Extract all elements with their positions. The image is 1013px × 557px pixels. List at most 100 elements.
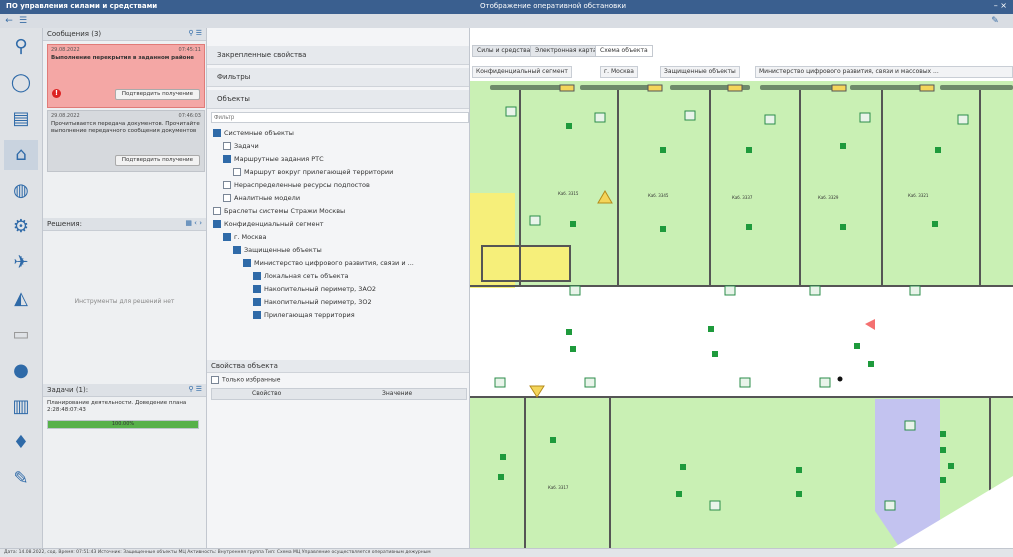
- tree-item[interactable]: Системные объекты: [213, 128, 294, 138]
- only-selected-label: Только избранные: [222, 376, 281, 384]
- tree-item[interactable]: Накопительный периметр, 3АО2: [253, 284, 376, 294]
- tree-item[interactable]: г. Москва: [223, 232, 266, 242]
- title-bar: ПО управления силами и средствами Отобра…: [0, 0, 1013, 14]
- tree-item[interactable]: Маршрутные задания РТС: [223, 154, 324, 164]
- tree-checkbox[interactable]: [233, 168, 241, 176]
- task-text: Планирование деятельности. Доведение пла…: [47, 400, 187, 413]
- tree-item[interactable]: Браслеты системы Стражи Москвы: [213, 206, 345, 216]
- message-text: Прочитывается передача документов. Прочи…: [51, 121, 200, 134]
- tree-item-label: Защищенные объекты: [244, 246, 322, 254]
- edit-icon[interactable]: ✎: [990, 16, 1000, 26]
- message-card[interactable]: 29.08.2022 07:46:03 Прочитывается переда…: [47, 110, 205, 172]
- decisions-title: Решения:: [47, 220, 82, 228]
- tree-checkbox[interactable]: [213, 207, 221, 215]
- tree-item[interactable]: Прилегающая территория: [253, 310, 355, 320]
- breadcrumb-segment[interactable]: Конфиденциальный сегмент: [472, 66, 572, 78]
- flow-icon[interactable]: ⚙: [4, 212, 38, 242]
- left-rail: ⚲ ◯ ▤ ⌂ ◍ ⚙ ✈ ◭ ▭ ● ▥ ♦ ✎: [0, 28, 43, 556]
- bus-icon[interactable]: ▤: [4, 104, 38, 134]
- section-label: Закрепленные свойства: [217, 51, 307, 59]
- document-icon[interactable]: ▭: [4, 320, 38, 350]
- task-progress-label: 100.00%: [111, 421, 135, 427]
- breadcrumb-city[interactable]: г. Москва: [600, 66, 638, 78]
- window-controls[interactable]: – ×: [994, 1, 1007, 10]
- tree-checkbox[interactable]: [253, 285, 261, 293]
- back-icon[interactable]: ←: [4, 16, 14, 26]
- bike-icon[interactable]: ⚲: [4, 32, 38, 62]
- room-label: Каб. 3329: [818, 195, 839, 200]
- chart-icon[interactable]: ▥: [4, 392, 38, 422]
- tree-item-label: Накопительный периметр, 3АО2: [264, 285, 377, 293]
- tree-checkbox[interactable]: [243, 259, 251, 267]
- tree-item-label: Маршрутные задания РТС: [234, 155, 324, 163]
- breadcrumb-ministry[interactable]: Министерство цифрового развития, связи и…: [755, 66, 1013, 78]
- radar-icon[interactable]: ◭: [4, 284, 38, 314]
- room-label: Каб. 3315: [558, 191, 579, 196]
- objects-tree: Системные объекты Задачи Маршрутные задани…: [207, 128, 469, 348]
- tree-item-label: Аналитные модели: [234, 194, 301, 202]
- info-icon[interactable]: ●: [4, 356, 38, 386]
- objects-column: Закрепленные свойства Фильтры Объекты Си…: [207, 28, 470, 548]
- center-title: Отображение оперативной обстановки: [480, 2, 627, 10]
- tree-checkbox[interactable]: [223, 233, 231, 241]
- filters-section[interactable]: Фильтры: [207, 68, 469, 87]
- circle-icon[interactable]: ◯: [4, 68, 38, 98]
- tree-checkbox[interactable]: [213, 129, 221, 137]
- tree-checkbox[interactable]: [253, 311, 261, 319]
- tree-checkbox[interactable]: [223, 194, 231, 202]
- tab-forces[interactable]: Силы и средства: [472, 45, 536, 57]
- objects-section[interactable]: Объекты: [207, 90, 469, 109]
- satellite-icon[interactable]: ✈: [4, 248, 38, 278]
- task-progress-bar: 100.00%: [47, 420, 199, 429]
- confirm-receipt-button[interactable]: Подтвердить получение: [114, 155, 200, 166]
- floor-plan[interactable]: Каб. 3315 Каб. 3345 Каб. 3337 Каб. 3329 …: [470, 81, 1013, 548]
- tab-map[interactable]: Электронная карта: [530, 45, 602, 57]
- tab-scheme[interactable]: Схема объекта: [595, 45, 653, 57]
- tree-item-label: Системные объекты: [224, 129, 294, 137]
- tree-checkbox[interactable]: [223, 181, 231, 189]
- only-selected-checkbox[interactable]: Только избранные: [211, 376, 280, 384]
- section-label: Фильтры: [217, 73, 251, 81]
- tree-checkbox[interactable]: [253, 298, 261, 306]
- tree-item[interactable]: Локальная сеть объекта: [253, 271, 349, 281]
- message-time: 07:46:03: [178, 113, 201, 119]
- tree-item[interactable]: Аналитные модели: [223, 193, 300, 203]
- tree-item-label: Конфиденциальный сегмент: [224, 220, 324, 228]
- messages-settings-icon[interactable]: ⚲ ☰: [188, 29, 202, 37]
- tree-item[interactable]: Конфиденциальный сегмент: [213, 219, 324, 229]
- message-text: Выполнение перекрытия в заданном районе: [51, 55, 194, 61]
- tasks-menu-icon[interactable]: ⚲ ☰: [188, 385, 202, 393]
- room-label: Каб. 3321: [908, 193, 929, 198]
- bulb-icon[interactable]: ♦: [4, 428, 38, 458]
- tree-item[interactable]: Нераспределенные ресурсы подпостов: [223, 180, 370, 190]
- tree-checkbox[interactable]: [253, 272, 261, 280]
- tree-checkbox[interactable]: [223, 155, 231, 163]
- message-date: 29.08.2022: [51, 47, 80, 53]
- tree-item[interactable]: Защищенные объекты: [233, 245, 322, 255]
- globe-icon[interactable]: ◍: [4, 176, 38, 206]
- pen-icon[interactable]: ✎: [4, 464, 38, 494]
- breadcrumb-protected[interactable]: Защищенные объекты: [660, 66, 740, 78]
- tree-item-label: Прилегающая территория: [264, 311, 355, 319]
- objects-filter-input[interactable]: [211, 112, 469, 123]
- message-card-alert[interactable]: 29.08.2022 07:45:11 Выполнение перекрыти…: [47, 44, 205, 108]
- tree-checkbox[interactable]: [223, 142, 231, 150]
- room-label: Каб. 3345: [648, 193, 669, 198]
- tree-checkbox[interactable]: [213, 220, 221, 228]
- tree-item-label: Накопительный периметр, 3О2: [264, 298, 372, 306]
- list-icon[interactable]: ☰: [18, 16, 28, 26]
- tree-checkbox[interactable]: [233, 246, 241, 254]
- tree-item[interactable]: Министерство цифрового развития, связи и…: [243, 258, 414, 268]
- pinned-properties-section[interactable]: Закрепленные свойства: [207, 46, 469, 65]
- cap-icon[interactable]: ⌂: [4, 140, 38, 170]
- tree-item[interactable]: Накопительный периметр, 3О2: [253, 297, 372, 307]
- section-label: Объекты: [217, 95, 250, 103]
- tree-item[interactable]: Задачи: [223, 141, 259, 151]
- tasks-header: Задачи (1): ⚲ ☰: [43, 384, 206, 397]
- decisions-toolbar-icon[interactable]: ▦ ‹ ›: [185, 219, 202, 227]
- message-date: 29.08.2022: [51, 113, 80, 119]
- col-property: Свойство: [252, 390, 282, 397]
- properties-table-header: Свойство Значение: [211, 388, 467, 400]
- confirm-receipt-button[interactable]: Подтвердить получение: [114, 89, 200, 100]
- tree-item[interactable]: Маршрут вокруг прилегающей территории: [233, 167, 393, 177]
